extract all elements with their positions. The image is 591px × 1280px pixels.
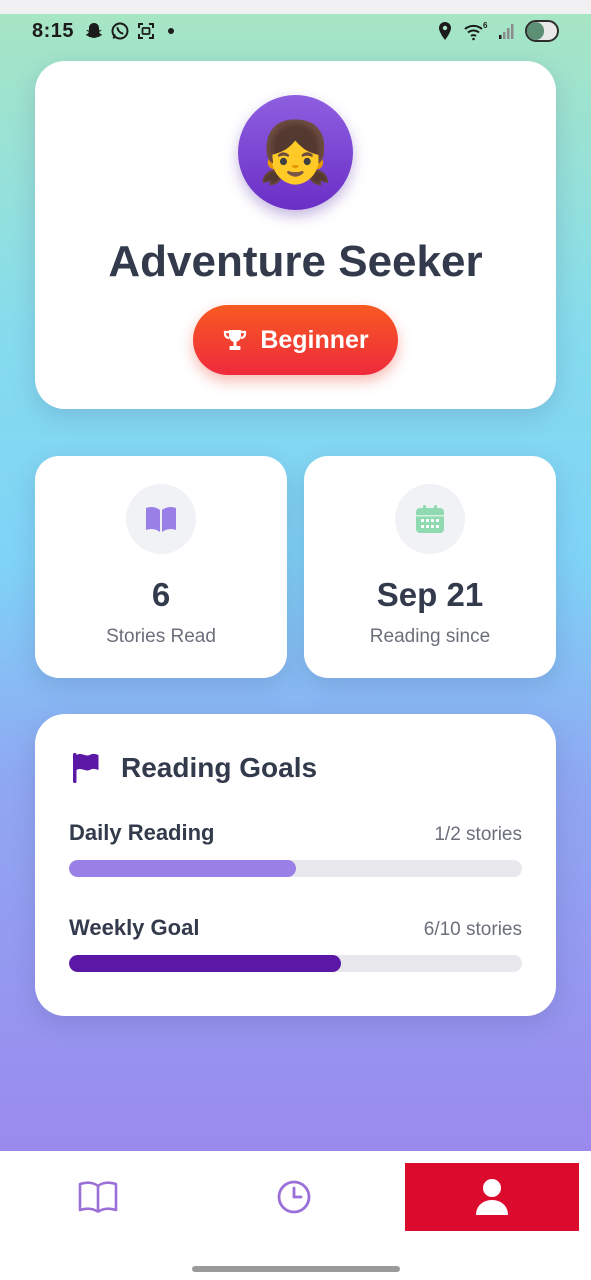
signal-icon — [497, 21, 517, 41]
girl-avatar-icon: 👧 — [258, 118, 333, 186]
snapchat-icon — [84, 21, 104, 41]
goal-progress-fill — [69, 955, 341, 972]
goal-name: Weekly Goal — [69, 915, 200, 940]
goal-progress-track — [69, 860, 522, 877]
profile-name: Adventure Seeker — [108, 237, 483, 286]
status-time: 8:15 — [32, 19, 75, 42]
goal-weekly: Weekly Goal 6/10 stories — [69, 915, 522, 972]
wifi-badge: 6 — [483, 21, 488, 30]
notification-dot-icon — [168, 28, 175, 34]
profile-screen: 8:15 6 👧 Adventure Seeker Beginner 6 Sto… — [0, 0, 591, 1280]
reading-goals-card: Reading Goals Daily Reading 1/2 stories … — [35, 714, 556, 1016]
flag-icon — [71, 752, 101, 784]
reading-since-label: Reading since — [369, 626, 491, 647]
goals-title: Reading Goals — [121, 752, 318, 783]
wifi-icon: 6 — [463, 21, 489, 41]
nav-stories-tab[interactable] — [40, 1163, 156, 1231]
goals-header: Reading Goals — [71, 752, 317, 784]
location-icon — [435, 21, 455, 41]
goal-count: 1/2 stories — [434, 824, 522, 845]
stat-icon-container — [395, 484, 465, 554]
whatsapp-icon — [110, 21, 130, 41]
level-label: Beginner — [260, 325, 369, 354]
trophy-icon — [222, 327, 248, 353]
nav-profile-tab[interactable] — [405, 1163, 579, 1231]
status-left: 8:15 — [32, 19, 175, 43]
avatar[interactable]: 👧 — [238, 95, 353, 210]
stories-read-label: Stories Read — [106, 626, 216, 647]
reading-since-value: Sep 21 — [376, 576, 484, 613]
battery-icon — [525, 20, 559, 42]
user-icon — [474, 1178, 510, 1216]
goal-name: Daily Reading — [69, 820, 215, 845]
home-indicator[interactable] — [192, 1266, 400, 1272]
nav-history-tab[interactable] — [236, 1163, 352, 1231]
calendar-icon — [415, 504, 445, 534]
goal-progress-track — [69, 955, 522, 972]
status-right: 6 — [435, 20, 559, 42]
level-badge: Beginner — [193, 305, 398, 375]
screenshot-icon — [136, 21, 156, 41]
book-open-icon — [78, 1180, 118, 1214]
goal-count: 6/10 stories — [423, 919, 522, 940]
stories-read-value: 6 — [151, 576, 171, 613]
stories-read-card: 6 Stories Read — [35, 456, 287, 678]
profile-card: 👧 Adventure Seeker Beginner — [35, 61, 556, 409]
stat-icon-container — [126, 484, 196, 554]
goal-progress-fill — [69, 860, 296, 877]
bottom-nav — [0, 1151, 591, 1280]
top-strip — [0, 0, 591, 14]
goal-daily-reading: Daily Reading 1/2 stories — [69, 820, 522, 877]
clock-icon — [276, 1179, 312, 1215]
reading-since-card: Sep 21 Reading since — [304, 456, 556, 678]
book-icon — [144, 505, 178, 533]
status-bar: 8:15 6 — [0, 14, 591, 48]
